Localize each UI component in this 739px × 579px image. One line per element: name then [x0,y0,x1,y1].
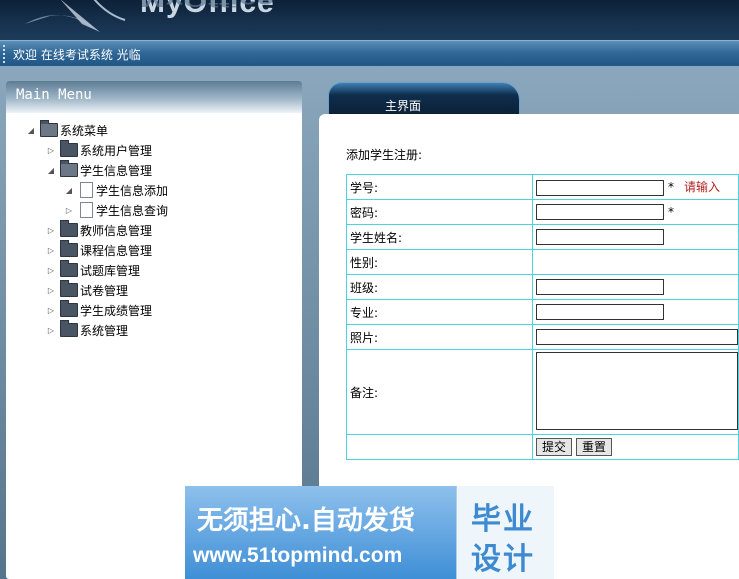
leaf-arrow-icon: ◢ [65,185,73,195]
form-row-name: 学生姓名: [346,224,739,250]
collapsed-arrow-icon[interactable]: ▷ [46,226,56,235]
tree-item-system-management[interactable]: ▷ 系统管理 [46,320,129,339]
collapsed-arrow-icon[interactable]: ▷ [64,206,74,215]
field-label: 专业: [346,299,533,325]
watermark-slogan: 无须担心.自动发货 [197,506,415,536]
field-label: 照片: [346,324,533,350]
tree-item-label: 学生信息添加 [96,183,169,198]
grip-icon [3,45,7,63]
welcome-bar: 欢迎 在线考试系统 光临 [0,40,739,67]
form-row-password: 密码: * [346,199,739,225]
collapsed-arrow-icon[interactable]: ▷ [46,266,56,275]
tree-item-label: 系统菜单 [60,123,109,138]
class-input[interactable] [536,279,664,295]
gender-field[interactable] [532,249,739,275]
tree-item-student-query[interactable]: ▷ 学生信息查询 [64,201,168,219]
tree-item-label: 系统用户管理 [80,143,153,158]
field-label: 学生姓名: [346,224,533,250]
tree-item-exam-paper[interactable]: ▷ 试卷管理 [46,280,129,299]
remarks-textarea[interactable] [536,351,738,430]
folder-icon [60,320,78,337]
field-label: 班级: [346,274,533,300]
watermark-side-top: 毕业 [471,502,535,537]
logo-swirl-icon [25,0,126,32]
menu-title: Main Menu [16,87,92,103]
student-id-input[interactable] [536,179,664,196]
form-row-class: 班级: [346,274,739,300]
field-label: 性别: [346,249,533,275]
photo-input[interactable] [536,329,738,345]
collapsed-arrow-icon[interactable]: ▷ [46,146,56,155]
tree-item-user-management[interactable]: ▷ 系统用户管理 [46,140,153,159]
menu-title-bar: Main Menu [6,81,302,113]
folder-icon [60,280,78,297]
required-mark: * [668,204,674,219]
collapsed-arrow-icon[interactable]: ▷ [46,306,56,315]
top-banner: MyOffice MyOffice [0,0,739,40]
folder-open-icon [60,160,78,177]
tree-item-label: 教师信息管理 [80,223,153,238]
major-input[interactable] [536,304,664,320]
folder-icon [60,300,78,317]
tree-item-label: 学生信息查询 [96,203,169,218]
welcome-text: 欢迎 在线考试系统 光临 [13,48,141,62]
form-row-actions: 提交 重置 [346,434,739,460]
folder-open-icon [40,120,58,137]
document-icon [80,202,93,218]
watermark-banner: 无须担心.自动发货 www.51topmind.com 毕业 设计 [185,486,554,579]
field-label: 密码: [346,199,533,225]
collapsed-arrow-icon[interactable]: ▷ [46,286,56,295]
tree-item-course-management[interactable]: ▷ 课程信息管理 [46,240,153,259]
tree-item-label: 学生成绩管理 [80,303,153,318]
collapsed-arrow-icon[interactable]: ▷ [46,326,56,335]
required-mark: * [668,180,674,195]
form-row-student-id: 学号: * 请输入 [346,174,739,200]
field-label: 备注: [346,349,533,435]
form-title: 添加学生注册: [346,148,423,162]
watermark-side-panel: 毕业 设计 [456,486,554,579]
tree-item-label: 试卷管理 [80,283,129,298]
tree-item-student-management[interactable]: ◢ 学生信息管理 [46,160,153,179]
student-name-input[interactable] [536,229,664,245]
tree-item-score-management[interactable]: ▷ 学生成绩管理 [46,300,153,319]
tree-item-label: 试题库管理 [80,263,141,278]
collapsed-arrow-icon[interactable]: ▷ [46,246,56,255]
submit-button[interactable]: 提交 [536,438,573,456]
form-row-gender: 性别: [346,249,739,275]
form-row-photo: 照片: [346,324,739,350]
expanded-arrow-icon[interactable]: ◢ [26,126,36,135]
field-label: 学号: [346,174,533,200]
actions-label-cell [346,434,533,460]
watermark-url: www.51topmind.com [193,544,403,567]
password-input[interactable] [536,204,664,220]
form-row-remarks: 备注: [346,349,739,435]
expanded-arrow-icon[interactable]: ◢ [46,166,56,175]
tree-item-label: 学生信息管理 [80,163,153,178]
tree-item-root[interactable]: ◢ 系统菜单 [26,120,109,139]
reset-button[interactable]: 重置 [576,438,613,456]
validation-hint: 请输入 [684,180,721,195]
tree-item-student-add[interactable]: ◢ 学生信息添加 [64,181,168,199]
tree-item-question-bank[interactable]: ▷ 试题库管理 [46,260,141,279]
tab-main-label: 主界面 [385,99,422,113]
form-row-major: 专业: [346,299,739,325]
document-icon [80,182,93,198]
tab-main[interactable]: 主界面 [328,82,520,118]
folder-icon [60,260,78,277]
folder-icon [60,220,78,237]
tree-item-label: 课程信息管理 [80,243,153,258]
app-logo-reflection: MyOffice [140,0,275,10]
student-form-table: 学号: * 请输入 密码: * 学生姓名: 性别: 班级: 专业: 照片: 备注… [346,174,739,460]
tree-item-teacher-management[interactable]: ▷ 教师信息管理 [46,220,153,239]
tree-item-label: 系统管理 [80,323,129,338]
watermark-side-bottom: 设计 [471,542,535,577]
folder-icon [60,240,78,257]
folder-icon [60,140,78,157]
